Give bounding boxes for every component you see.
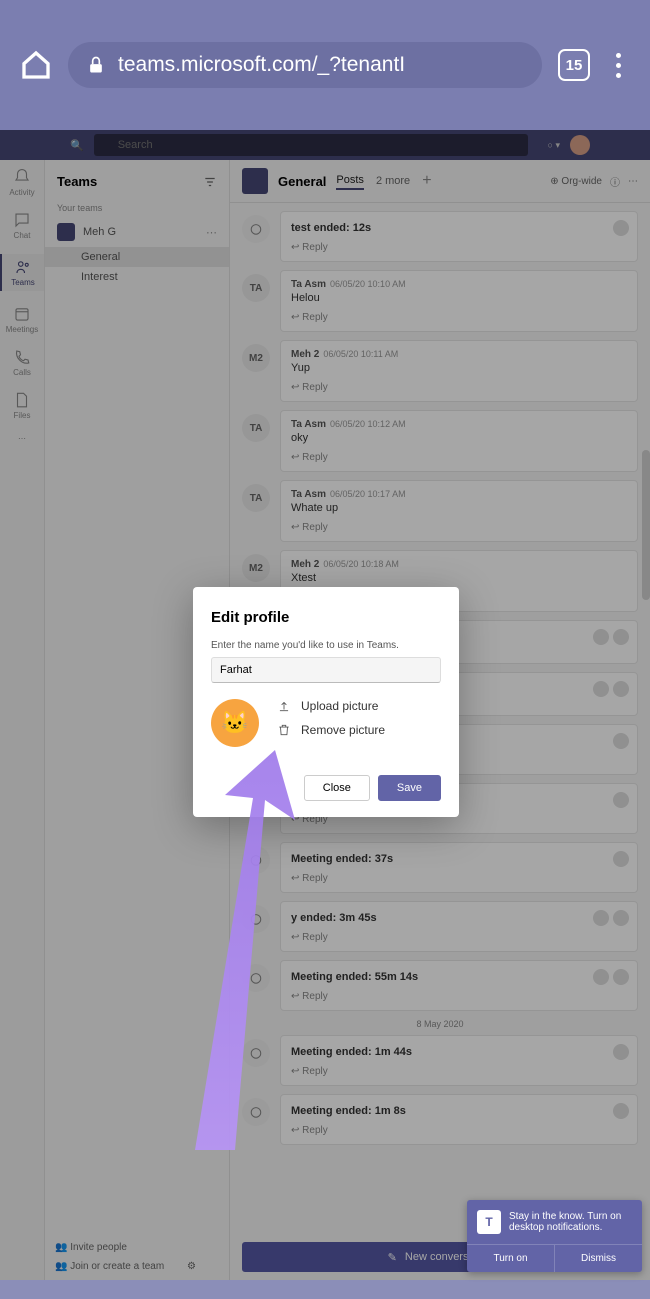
upload-picture-button[interactable]: Upload picture	[277, 699, 385, 713]
notification-toast: T Stay in the know. Turn on desktop noti…	[467, 1200, 642, 1272]
teams-logo-icon: T	[477, 1210, 501, 1234]
modal-title: Edit profile	[211, 609, 441, 626]
tab-count[interactable]: 15	[558, 49, 590, 81]
modal-hint: Enter the name you'd like to use in Team…	[211, 640, 441, 651]
lock-icon	[86, 55, 106, 75]
edit-profile-modal: Edit profile Enter the name you'd like t…	[193, 587, 459, 817]
name-input[interactable]	[211, 657, 441, 683]
home-icon[interactable]	[20, 49, 52, 81]
url-bar[interactable]: teams.microsoft.com/_?tenantI	[68, 42, 542, 88]
trash-icon	[277, 723, 291, 737]
profile-picture: 🐱	[211, 699, 259, 747]
notification-text: Stay in the know. Turn on desktop notifi…	[509, 1211, 632, 1233]
browser-menu-icon[interactable]	[606, 53, 630, 78]
turn-on-button[interactable]: Turn on	[467, 1245, 555, 1272]
scrollbar-thumb[interactable]	[642, 450, 650, 600]
save-button[interactable]: Save	[378, 775, 441, 801]
dismiss-button[interactable]: Dismiss	[555, 1245, 642, 1272]
close-button[interactable]: Close	[304, 775, 370, 801]
browser-chrome: teams.microsoft.com/_?tenantI 15	[0, 0, 650, 130]
url-text: teams.microsoft.com/_?tenantI	[118, 53, 405, 77]
remove-picture-button[interactable]: Remove picture	[277, 723, 385, 737]
teams-app: 🔍 ○ ▾ Activity Chat Teams Meetings Calls…	[0, 130, 650, 1280]
upload-icon	[277, 699, 291, 713]
